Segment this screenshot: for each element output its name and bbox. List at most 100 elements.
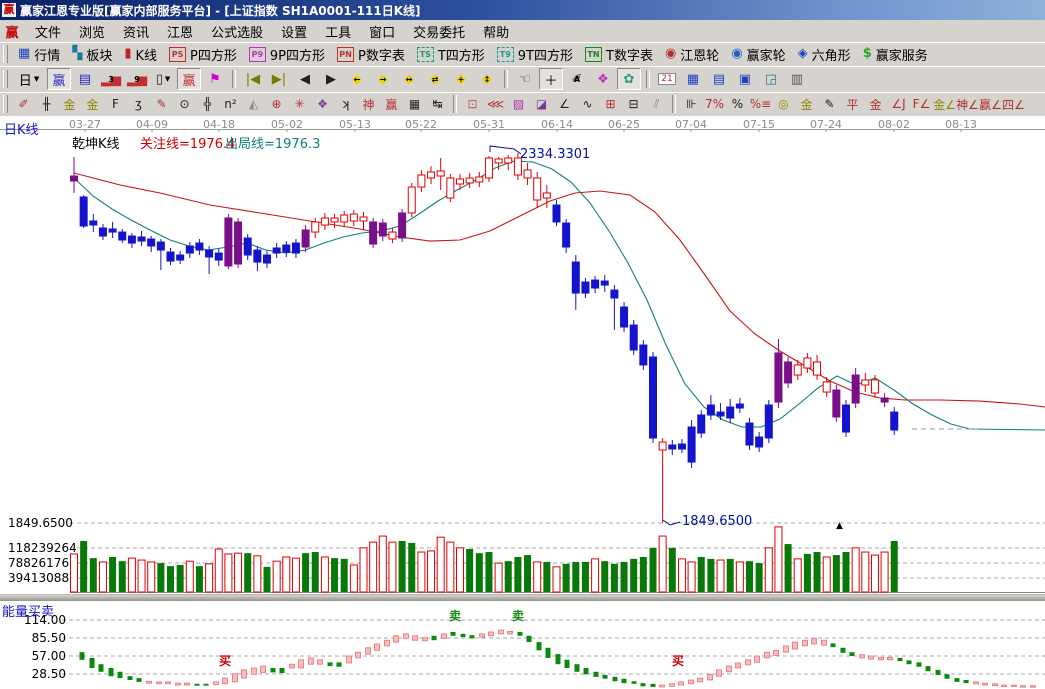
pencil-tool-icon[interactable]: ✐ — [12, 94, 35, 115]
expand-y-diamond-icon[interactable]: ◆ ↕ — [475, 68, 499, 90]
gann-wheel-button[interactable]: ◉ 江恩轮 — [659, 43, 725, 66]
ruler-grid-icon[interactable]: ╫ — [35, 94, 58, 115]
menu-item-10[interactable]: 帮助 — [474, 20, 518, 43]
time-circle-icon[interactable]: ⊙ — [173, 94, 196, 115]
shift-right-diamond-icon[interactable]: ◆ → — [371, 68, 395, 90]
toolbar-grip[interactable] — [3, 70, 8, 88]
document-icon[interactable]: ▤ — [73, 68, 97, 90]
column-box-icon[interactable]: ⊪ — [680, 94, 703, 115]
gold-lines-icon[interactable]: 金 — [795, 94, 818, 115]
swap-diamond-icon[interactable]: ◆ ⇄ — [423, 68, 447, 90]
ping-lines-icon[interactable]: 平 — [841, 94, 864, 115]
grid-dense-icon[interactable]: ▦ — [403, 94, 426, 115]
f-angle-icon[interactable]: F∠ — [910, 94, 933, 115]
prev-bar-icon[interactable]: ◀ — [293, 68, 317, 90]
toolbar-grip[interactable] — [3, 95, 8, 113]
j-angle-icon[interactable]: ∠J — [887, 94, 910, 115]
fan-lines-icon[interactable]: ⋘ — [484, 94, 507, 115]
grid-dark-icon[interactable]: ⊟ — [622, 94, 645, 115]
boxed-web-icon[interactable]: ❖ — [311, 94, 334, 115]
t-square-button[interactable]: TS T四方形 — [411, 43, 491, 66]
four-angle-icon[interactable]: 四∠ — [1002, 94, 1025, 115]
star-web-icon[interactable]: ✳ — [288, 94, 311, 115]
period-selector[interactable]: 日 ▼ — [13, 68, 45, 90]
menu-item-3[interactable]: 资讯 — [114, 20, 158, 43]
box-ruler-icon[interactable]: ⊡ — [461, 94, 484, 115]
pane-splitter[interactable] — [0, 594, 1045, 601]
kline-button[interactable]: ▮ K线 — [118, 43, 163, 66]
menu-item-4[interactable]: 江恩 — [158, 20, 202, 43]
winner-wheel-button[interactable]: ◉ 赢家轮 — [725, 43, 791, 66]
quotes-button[interactable]: ▦ 行情 — [12, 43, 66, 66]
gold-circle-icon[interactable]: ◎ — [772, 94, 795, 115]
notes-icon[interactable]: ▤ — [707, 68, 731, 90]
calculator-icon[interactable]: ▦ — [681, 68, 705, 90]
last-page-icon[interactable]: ▶| — [267, 68, 291, 90]
percent-lines-icon[interactable]: %≡ — [749, 94, 772, 115]
calendar-21-icon[interactable]: 21 — [655, 68, 679, 90]
zoom-in-diamond-icon[interactable]: ◆ + — [449, 68, 473, 90]
bars-3-icon[interactable]: ▂▅ 3 — [99, 68, 123, 90]
width-arrows-icon[interactable]: ↹ — [426, 94, 449, 115]
web-box-icon[interactable]: ▨ — [507, 94, 530, 115]
expand-x-diamond-icon[interactable]: ◆ ↔ — [397, 68, 421, 90]
parallel-lines-icon[interactable]: ⫽ — [645, 94, 668, 115]
9t-square-button[interactable]: T9 9T四方形 — [491, 43, 579, 66]
dense-ruler-icon[interactable]: ╬ — [196, 94, 219, 115]
9p-square-button[interactable]: P9 9P四方形 — [243, 43, 331, 66]
p-square-button[interactable]: PS P四方形 — [163, 43, 243, 66]
n2-ruler-icon[interactable]: n² — [219, 94, 242, 115]
scribble-tool-icon[interactable]: ✿ — [617, 68, 641, 90]
candle-type-icon-dropdown-arrow[interactable]: ▼ — [165, 75, 170, 83]
shen-ruler-icon[interactable]: 神 — [357, 94, 380, 115]
golden-ruler-icon[interactable]: 金 — [58, 94, 81, 115]
bars-9-icon[interactable]: ▂▅ 9 — [125, 68, 149, 90]
crosshair-tool-icon[interactable]: ＋ — [539, 68, 563, 90]
f-ruler-icon[interactable]: F — [104, 94, 127, 115]
angle-mirror-icon[interactable]: ◭ — [242, 94, 265, 115]
gold-red-icon[interactable]: 金 — [864, 94, 887, 115]
ying-angle-icon[interactable]: 赢∠ — [979, 94, 1002, 115]
label-a-tool-icon[interactable]: ✐ A — [565, 68, 589, 90]
hand-tool-icon[interactable]: ☜ — [513, 68, 537, 90]
t-number-button[interactable]: TN T数字表 — [579, 43, 659, 66]
spiral-5-icon[interactable]: ʒ — [127, 94, 150, 115]
period-selector-dropdown-arrow[interactable]: ▼ — [34, 75, 39, 83]
menu-item-8[interactable]: 窗口 — [360, 20, 404, 43]
first-page-icon[interactable]: |◀ — [241, 68, 265, 90]
ying-ruler-icon[interactable]: 赢 — [380, 94, 403, 115]
save-icon[interactable]: ▣ — [733, 68, 757, 90]
wave-line-icon[interactable]: ∿ — [576, 94, 599, 115]
candle-type-icon[interactable]: ▯ ▼ — [151, 68, 175, 90]
title-bar[interactable]: 赢 赢家江恩专业版[赢家内部服务平台] - [上证指数 SH1A0001-111… — [0, 0, 1045, 20]
golden-ruler2-icon[interactable]: 金 — [81, 94, 104, 115]
shift-left-diamond-icon[interactable]: ◆ ← — [345, 68, 369, 90]
circle-cross-icon[interactable]: ⊕ — [265, 94, 288, 115]
kline-chart-canvas[interactable] — [0, 116, 1045, 689]
menu-item-2[interactable]: 浏览 — [70, 20, 114, 43]
next-bar-icon[interactable]: ▶ — [319, 68, 343, 90]
fan-box-icon[interactable]: ◪ — [530, 94, 553, 115]
menu-item-7[interactable]: 工具 — [316, 20, 360, 43]
gold-angle-icon[interactable]: 金∠ — [933, 94, 956, 115]
percent-icon[interactable]: % — [726, 94, 749, 115]
toolbar-grip[interactable] — [3, 45, 8, 63]
winner-chart-icon[interactable]: 赢 — [47, 68, 71, 90]
sectors-button[interactable]: ▚ 板块 — [66, 43, 118, 66]
flag-icon[interactable]: ⚑ — [203, 68, 227, 90]
k-marks-icon[interactable]: ʞ — [334, 94, 357, 115]
chart-area[interactable]: 日K线 乾坤K线 关注线=1976.4 出局线=1976.3 2334.3301… — [0, 116, 1045, 689]
menu-item-1[interactable]: 文件 — [26, 20, 70, 43]
pen-ruler-icon[interactable]: ✎ — [150, 94, 173, 115]
menu-item-9[interactable]: 交易委托 — [404, 20, 474, 43]
print-icon[interactable]: ▥ — [785, 68, 809, 90]
gann-marker-icon[interactable]: ❖ — [591, 68, 615, 90]
menu-item-5[interactable]: 公式选股 — [202, 20, 272, 43]
hexagon-button[interactable]: ◈ 六角形 — [792, 43, 857, 66]
grid-red-icon[interactable]: ⊞ — [599, 94, 622, 115]
winner-red-icon[interactable]: 赢 — [177, 68, 201, 90]
pen-small-icon[interactable]: ✎ — [818, 94, 841, 115]
winner-service-button[interactable]: $ 赢家服务 — [857, 43, 934, 66]
angle-fan-icon[interactable]: ∠ — [553, 94, 576, 115]
net-send-icon[interactable]: ◲ — [759, 68, 783, 90]
